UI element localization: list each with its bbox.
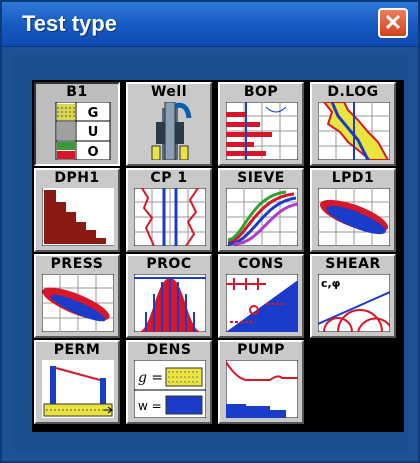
lpd1-ellipse-icon [318, 188, 390, 246]
proc-histogram-icon [134, 274, 206, 332]
b1-letter: G [88, 106, 99, 121]
close-icon: ✕ [383, 10, 403, 35]
tile-press[interactable]: PRESS [34, 254, 120, 338]
dens-label: g = [138, 370, 163, 386]
tile-label: SIEVE [237, 170, 285, 186]
tile-cp1[interactable]: CP 1 [126, 168, 212, 252]
perm-permeability-icon [42, 360, 114, 418]
tile-label: B1 [66, 84, 88, 100]
tile-label: Well [150, 84, 188, 100]
tile-proc[interactable]: PROC [126, 254, 212, 338]
tile-label: DPH1 [54, 170, 100, 186]
tile-label: CP 1 [150, 170, 188, 186]
dph1-staircase-icon [42, 188, 114, 246]
test-type-grid: B1 G U O Well BOP D.LOG DPH1 CP 1 SIEVE … [32, 80, 404, 432]
shear-mohr-icon: c,φ [318, 274, 390, 332]
tile-label: CONS [238, 256, 284, 272]
tile-dens[interactable]: DENS g = w = [126, 340, 212, 424]
tile-label: PUMP [237, 342, 285, 358]
b1-letter: O [87, 145, 98, 160]
tile-shear[interactable]: SHEAR c,φ [310, 254, 396, 338]
tile-label: D.LOG [327, 84, 379, 100]
window-title: Test type [22, 11, 117, 36]
press-curve-icon [42, 274, 114, 332]
cp1-cone-penetration-icon [134, 188, 206, 246]
cons-consolidation-icon [226, 274, 298, 332]
close-button[interactable]: ✕ [378, 8, 408, 38]
tile-pump[interactable]: PUMP [218, 340, 304, 424]
tile-d-log[interactable]: D.LOG [310, 82, 396, 166]
tile-bop[interactable]: BOP [218, 82, 304, 166]
test-type-window: Test type ✕ B1 G U O Well BOP D.LOG DPH1… [0, 0, 420, 463]
sieve-curves-icon [226, 188, 298, 246]
tile-dph1[interactable]: DPH1 [34, 168, 120, 252]
tile-label: PRESS [50, 256, 104, 272]
tile-label: PERM [53, 342, 101, 358]
tile-lpd1[interactable]: LPD1 [310, 168, 396, 252]
tile-label: PROC [146, 256, 192, 272]
client-area: B1 G U O Well BOP D.LOG DPH1 CP 1 SIEVE … [12, 54, 408, 452]
shear-label: c,φ [321, 277, 340, 290]
tile-label: BOP [243, 84, 279, 100]
title-bar: Test type ✕ [2, 2, 418, 47]
bop-log-icon [226, 102, 298, 160]
d-log-icon [318, 102, 390, 160]
tile-label: LPD1 [331, 170, 375, 186]
tile-cons[interactable]: CONS [218, 254, 304, 338]
b1-letter: U [88, 125, 99, 140]
b1-soil-column-icon: G U O [55, 102, 111, 160]
tile-b1[interactable]: B1 G U O [34, 82, 120, 166]
dens-label: w = [138, 399, 162, 413]
well-icon [151, 102, 192, 160]
tile-well[interactable]: Well [126, 82, 212, 166]
tile-perm[interactable]: PERM [34, 340, 120, 424]
dens-density-icon: g = w = [134, 360, 206, 418]
pump-test-icon [226, 360, 298, 418]
tile-label: DENS [146, 342, 192, 358]
tile-label: SHEAR [325, 256, 381, 272]
tile-sieve[interactable]: SIEVE [218, 168, 304, 252]
